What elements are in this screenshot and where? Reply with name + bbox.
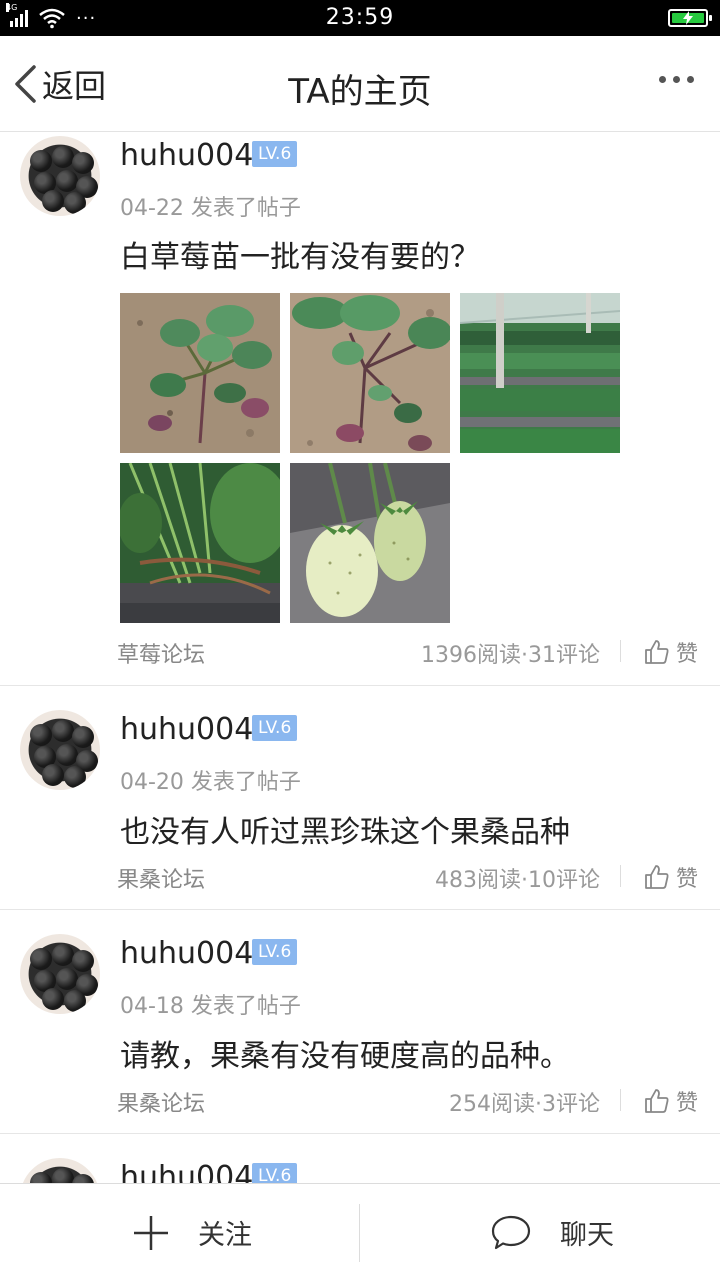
username[interactable]: huhu004 bbox=[120, 936, 253, 971]
username[interactable]: huhu004 bbox=[120, 138, 253, 173]
photo-white-strawberries[interactable] bbox=[290, 463, 450, 623]
avatar[interactable] bbox=[20, 1158, 100, 1183]
level-badge: LV.6 bbox=[252, 141, 298, 167]
post-meta: 04-18 发表了帖子 bbox=[120, 994, 301, 1019]
status-time: 23:59 bbox=[325, 5, 395, 30]
chevron-left-icon bbox=[15, 65, 36, 103]
thumbs-up-icon bbox=[645, 640, 669, 664]
like-label: 赞 bbox=[676, 642, 699, 667]
username[interactable]: huhu004 bbox=[120, 1160, 253, 1183]
speech-bubble-icon bbox=[491, 1215, 531, 1249]
post-card[interactable]: huhu004 LV.6 04-18 发表了帖子 请教，果桑有没有硬度高的品种。… bbox=[0, 910, 720, 1134]
photo-strawberry-plant-closeup[interactable] bbox=[120, 463, 280, 623]
top-navigation: 返回 TA的主页 bbox=[0, 36, 720, 132]
post-title[interactable]: 白草莓苗一批有没有要的？ bbox=[120, 232, 480, 276]
divider bbox=[359, 1204, 360, 1262]
level-badge: LV.6 bbox=[252, 939, 298, 965]
chat-button[interactable]: 聊天 bbox=[490, 1184, 614, 1280]
post-card[interactable]: huhu004 LV.6 bbox=[0, 1134, 720, 1183]
charging-bolt-icon bbox=[683, 11, 693, 25]
like-label: 赞 bbox=[676, 867, 699, 892]
post-stats: 1396阅读·31评论 bbox=[421, 643, 600, 668]
more-dot-icon bbox=[687, 76, 694, 83]
avatar[interactable] bbox=[20, 710, 100, 790]
forum-link[interactable]: 果桑论坛 bbox=[117, 862, 205, 894]
more-options-button[interactable] bbox=[659, 76, 694, 83]
back-button[interactable]: 返回 bbox=[12, 62, 106, 106]
post-card[interactable]: huhu004 LV.6 04-20 发表了帖子 也没有人听过黑珍珠这个果桑品种… bbox=[0, 686, 720, 910]
status-bar: 4G ··· 23:59 bbox=[0, 0, 720, 36]
like-button[interactable]: 赞 bbox=[644, 861, 698, 893]
post-meta: 04-20 发表了帖子 bbox=[120, 770, 301, 795]
back-label: 返回 bbox=[42, 67, 107, 105]
bottom-action-bar: 关注 聊天 bbox=[0, 1183, 720, 1280]
divider bbox=[620, 1089, 621, 1111]
level-badge: LV.6 bbox=[252, 1163, 298, 1183]
page-title: TA的主页 bbox=[288, 72, 432, 112]
chat-label: 聊天 bbox=[560, 1220, 614, 1251]
more-dot-icon bbox=[673, 76, 680, 83]
thumbs-up-icon bbox=[645, 1089, 669, 1113]
post-card[interactable]: huhu004 LV.6 04-22 发表了帖子 白草莓苗一批有没有要的？ 草莓… bbox=[0, 133, 720, 686]
post-title[interactable]: 请教，果桑有没有硬度高的品种。 bbox=[120, 1031, 570, 1075]
thumbs-up-icon bbox=[645, 865, 669, 889]
follow-label: 关注 bbox=[198, 1220, 252, 1251]
photo-strawberry-seedling-1[interactable] bbox=[120, 293, 280, 453]
photo-grid bbox=[120, 293, 620, 623]
forum-link[interactable]: 果桑论坛 bbox=[117, 1086, 205, 1118]
post-title[interactable]: 也没有人听过黑珍珠这个果桑品种 bbox=[120, 807, 570, 851]
more-dot-icon bbox=[659, 76, 666, 83]
divider bbox=[620, 865, 621, 887]
username[interactable]: huhu004 bbox=[120, 712, 253, 747]
post-stats: 483阅读·10评论 bbox=[435, 868, 600, 893]
post-feed[interactable]: huhu004 LV.6 04-22 发表了帖子 白草莓苗一批有没有要的？ 草莓… bbox=[0, 133, 720, 1183]
photo-strawberry-seedling-2[interactable] bbox=[290, 293, 450, 453]
post-meta: 04-22 发表了帖子 bbox=[120, 196, 301, 221]
divider bbox=[620, 640, 621, 662]
plus-icon bbox=[134, 1215, 168, 1250]
post-stats: 254阅读·3评论 bbox=[449, 1092, 600, 1117]
battery-icon bbox=[668, 9, 712, 27]
avatar[interactable] bbox=[20, 934, 100, 1014]
forum-link[interactable]: 草莓论坛 bbox=[117, 637, 205, 669]
follow-button[interactable]: 关注 bbox=[132, 1184, 252, 1280]
avatar[interactable] bbox=[20, 136, 100, 216]
like-button[interactable]: 赞 bbox=[644, 636, 698, 668]
level-badge: LV.6 bbox=[252, 715, 298, 741]
like-button[interactable]: 赞 bbox=[644, 1085, 698, 1117]
like-label: 赞 bbox=[676, 1091, 699, 1116]
photo-greenhouse-rows[interactable] bbox=[460, 293, 620, 453]
